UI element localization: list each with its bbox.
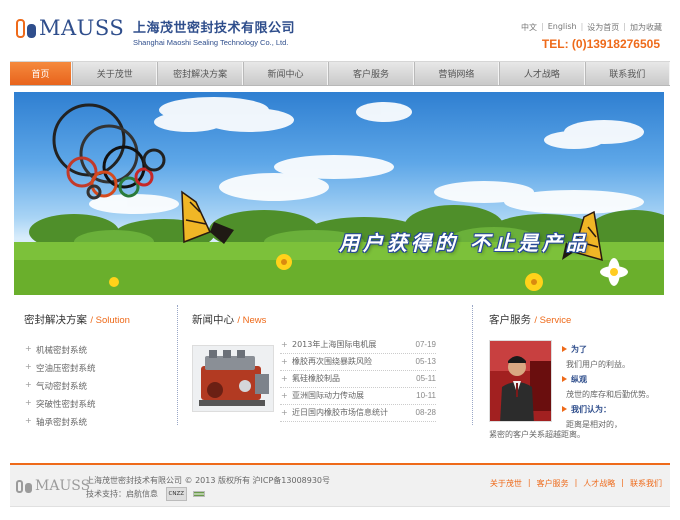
- solution-item[interactable]: 机械密封系统: [24, 344, 174, 356]
- service-line: 我们用户的利益。: [566, 360, 630, 369]
- news-item-title: 氟硅橡胶制品: [292, 374, 340, 383]
- header: MAUSS 上海茂世密封技术有限公司 Shanghai Maoshi Seali…: [0, 0, 680, 60]
- news-item-date: 05-11: [416, 374, 436, 383]
- top-link-set-homepage[interactable]: 设为首页: [587, 22, 619, 33]
- footer-copyright: 上海茂世密封技术有限公司 © 2013 版权所有 沪ICP备13008930号 …: [86, 475, 330, 501]
- banner-slogan: 用户获得的 不止是产品: [339, 231, 590, 255]
- company-name-cn: 上海茂世密封技术有限公司: [133, 21, 296, 36]
- service-panel: 客户服务 / Service 为了 我们用户的利益。 纵观 茂世的库存和后勤优势…: [489, 312, 669, 439]
- flag-icon: [192, 491, 205, 497]
- copyright-text: 上海茂世密封技术有限公司 © 2013 版权所有 沪ICP备13008930号: [86, 476, 331, 485]
- hero-banner: 用户获得的 不止是产品: [14, 92, 664, 295]
- footer: MAUSS 上海茂世密封技术有限公司 © 2013 版权所有 沪ICP备1300…: [10, 465, 670, 507]
- footer-link-contact[interactable]: 联系我们: [630, 478, 662, 489]
- service-heading: 我们认为：: [562, 402, 680, 417]
- solution-item[interactable]: 突破性密封系统: [24, 398, 174, 410]
- news-subtitle: / News: [237, 315, 267, 326]
- service-heading: 纵观: [562, 372, 680, 387]
- news-engine-image[interactable]: [192, 345, 274, 412]
- service-line-last: 紧密的客户关系超越距离。: [489, 430, 585, 439]
- footer-links: 关于茂世 | 客户服务 | 人才战略 | 联系我们: [489, 478, 662, 489]
- nav-item-home[interactable]: 首页: [10, 62, 72, 85]
- news-item-title: 橡胶再次围绕暴跌风险: [292, 357, 372, 366]
- logo-mark-icon: [16, 19, 36, 38]
- news-item-date: 08-28: [415, 408, 436, 417]
- news-item-title: 近日国内橡胶市场信息统计: [292, 408, 388, 417]
- solutions-panel: 密封解决方案 / Solution 机械密封系统 空油压密封系统 气动密封系统 …: [24, 312, 174, 434]
- logo[interactable]: MAUSS: [16, 18, 124, 39]
- solution-item[interactable]: 空油压密封系统: [24, 362, 174, 374]
- cnzz-badge[interactable]: CNZZ: [165, 487, 188, 501]
- logo-text: MAUSS: [39, 16, 125, 40]
- phone-number: TEL: (0)13918276505: [541, 37, 660, 51]
- solution-item[interactable]: 气动密封系统: [24, 380, 174, 392]
- news-item[interactable]: 2013年上海国际电机展 07-19: [280, 337, 436, 354]
- footer-link-service[interactable]: 客户服务: [537, 478, 569, 489]
- footer-link-about[interactable]: 关于茂世: [490, 478, 522, 489]
- nav-item-service[interactable]: 客户服务: [328, 62, 414, 85]
- news-panel: 新闻中心 / News 2013年上海国际电机展 07-19 橡胶再次围绕暴跌风险…: [192, 312, 437, 422]
- nav-item-talent[interactable]: 人才战略: [499, 62, 585, 85]
- nav-item-news[interactable]: 新闻中心: [242, 62, 329, 85]
- solutions-title-text: 密封解决方案: [24, 314, 87, 326]
- main-nav: 首页 关于茂世 密封解决方案 新闻中心 客户服务 营销网络 人才战略 联系我们: [10, 61, 670, 86]
- service-text: 为了 我们用户的利益。 纵观 茂世的库存和后勤优势。 我们认为： 距离是相对的，: [562, 342, 680, 432]
- service-heading: 为了: [562, 342, 680, 357]
- news-item-title: 亚洲国际动力传动展: [292, 391, 364, 400]
- service-title-text: 客户服务: [489, 314, 531, 326]
- banner-scene-image: [14, 97, 664, 295]
- nav-item-contact[interactable]: 联系我们: [584, 62, 670, 85]
- news-title[interactable]: 新闻中心 / News: [192, 312, 437, 327]
- company-name: 上海茂世密封技术有限公司 Shanghai Maoshi Sealing Tec…: [133, 22, 295, 47]
- service-title[interactable]: 客户服务 / Service: [489, 312, 669, 327]
- solutions-subtitle: / Solution: [90, 315, 130, 326]
- tech-support-text: 技术支持：启航信息: [86, 489, 158, 499]
- news-list: 2013年上海国际电机展 07-19 橡胶再次围绕暴跌风险 05-13 氟硅橡胶制品…: [280, 337, 436, 422]
- footer-logo-text: MAUSS: [35, 478, 91, 494]
- company-name-en: Shanghai Maoshi Sealing Technology Co., …: [133, 38, 289, 47]
- news-item[interactable]: 氟硅橡胶制品 05-11: [280, 371, 436, 388]
- top-links: 中文 | English | 设为首页 | 加为收藏: [521, 22, 662, 33]
- service-person-photo: [489, 340, 552, 422]
- news-item-date: 07-19: [415, 340, 436, 349]
- column-divider: [177, 305, 178, 425]
- news-item[interactable]: 亚洲国际动力传动展 10-11: [280, 388, 436, 405]
- solutions-title[interactable]: 密封解决方案 / Solution: [24, 312, 174, 327]
- news-item-title: 2013年上海国际电机展: [292, 340, 377, 349]
- news-item-date: 10-11: [416, 391, 436, 400]
- solutions-list: 机械密封系统 空油压密封系统 气动密封系统 突破性密封系统 轴承密封系统: [24, 344, 174, 428]
- footer-link-talent[interactable]: 人才战略: [583, 478, 615, 489]
- solution-item[interactable]: 轴承密封系统: [24, 416, 174, 428]
- news-title-text: 新闻中心: [192, 314, 234, 326]
- column-divider: [472, 305, 473, 425]
- nav-item-solutions[interactable]: 密封解决方案: [157, 62, 243, 85]
- footer-logo[interactable]: MAUSS: [16, 479, 90, 493]
- news-item[interactable]: 橡胶再次围绕暴跌风险 05-13: [280, 354, 436, 371]
- service-subtitle: / Service: [534, 315, 572, 326]
- top-link-english[interactable]: English: [548, 22, 577, 33]
- nav-item-network[interactable]: 营销网络: [413, 62, 500, 85]
- top-link-chinese[interactable]: 中文: [521, 22, 537, 33]
- service-line: 茂世的库存和后勤优势。: [566, 390, 654, 399]
- top-link-bookmark[interactable]: 加为收藏: [630, 22, 662, 33]
- news-item[interactable]: 近日国内橡胶市场信息统计 08-28: [280, 405, 436, 422]
- news-item-date: 05-13: [415, 357, 436, 366]
- nav-item-about[interactable]: 关于茂世: [72, 62, 158, 85]
